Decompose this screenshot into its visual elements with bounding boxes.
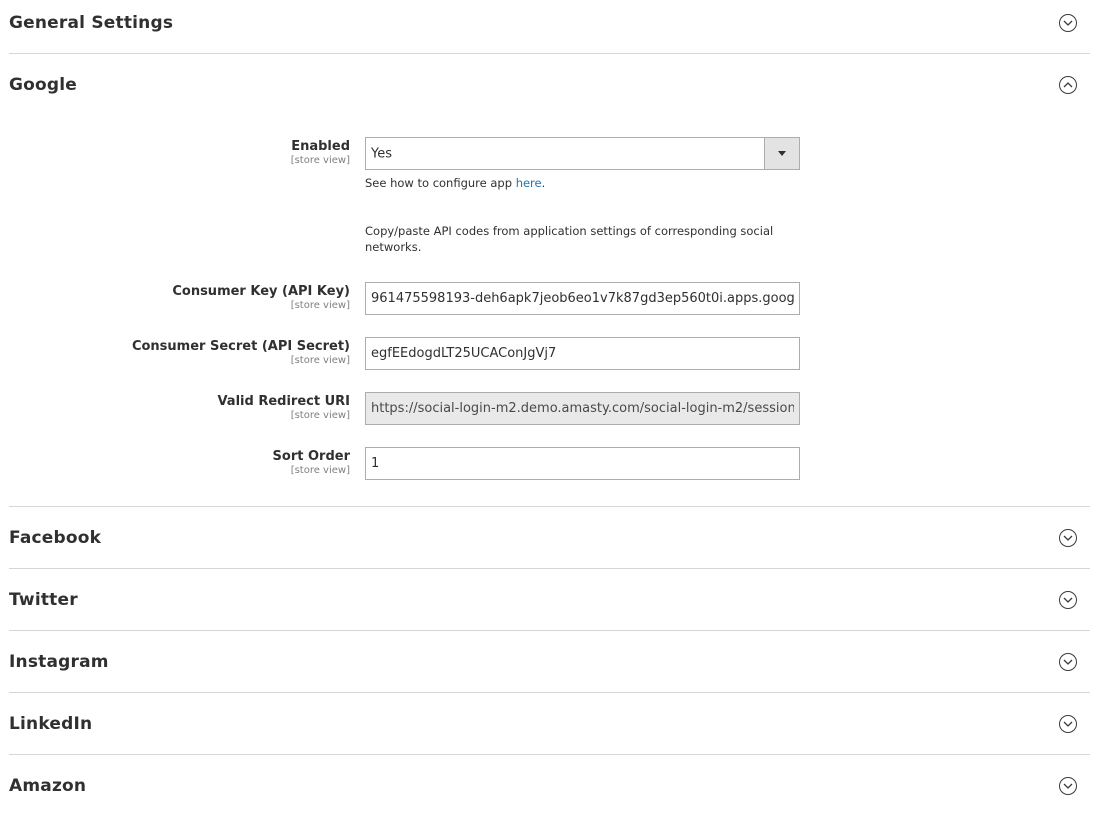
- scope-label: [store view]: [290, 355, 350, 366]
- chevron-down-circle-icon[interactable]: [1059, 653, 1077, 671]
- field-label: Consumer Key (API Key) [store view]: [50, 284, 350, 312]
- enabled-select[interactable]: Yes: [365, 137, 800, 170]
- field-label: Valid Redirect URI [store view]: [50, 394, 350, 422]
- section-google[interactable]: Google: [9, 54, 1090, 116]
- scope-label: [store view]: [290, 155, 350, 166]
- chevron-down-circle-icon[interactable]: [1059, 591, 1077, 609]
- chevron-down-circle-icon[interactable]: [1059, 715, 1077, 733]
- configure-help-link[interactable]: here: [516, 176, 542, 190]
- label-sort-order: Sort Order: [272, 449, 350, 464]
- triangle-down-icon[interactable]: [764, 138, 799, 169]
- section-linkedin[interactable]: LinkedIn: [9, 693, 1090, 755]
- consumer-key-input[interactable]: [366, 283, 799, 314]
- chevron-down-circle-icon[interactable]: [1059, 529, 1077, 547]
- consumer-key-field[interactable]: [365, 282, 800, 315]
- sort-order-input[interactable]: [366, 448, 799, 479]
- redirect-uri-input[interactable]: [366, 393, 799, 424]
- label-redirect-uri: Valid Redirect URI: [217, 394, 350, 409]
- label-enabled: Enabled: [291, 139, 350, 154]
- configure-note: See how to configure app here.: [365, 176, 546, 190]
- section-title: Twitter: [9, 590, 78, 610]
- consumer-secret-field[interactable]: [365, 337, 800, 370]
- scope-label: [store view]: [290, 465, 350, 476]
- consumer-secret-input[interactable]: [366, 338, 799, 369]
- field-label: Consumer Secret (API Secret) [store view…: [50, 339, 350, 367]
- section-amazon[interactable]: Amazon: [9, 755, 1090, 817]
- section-facebook[interactable]: Facebook: [9, 507, 1090, 569]
- scope-label: [store view]: [290, 410, 350, 421]
- chevron-down-circle-icon[interactable]: [1059, 14, 1077, 32]
- section-title: General Settings: [9, 13, 174, 33]
- sort-order-field[interactable]: [365, 447, 800, 480]
- section-title: LinkedIn: [9, 714, 93, 734]
- chevron-down-circle-icon[interactable]: [1059, 777, 1077, 795]
- enabled-select-value: Yes: [371, 146, 392, 161]
- section-twitter[interactable]: Twitter: [9, 569, 1090, 631]
- section-general-settings[interactable]: General Settings: [9, 0, 1090, 54]
- section-title: Instagram: [9, 652, 109, 672]
- section-title: Google: [9, 75, 78, 95]
- chevron-up-circle-icon[interactable]: [1059, 76, 1077, 94]
- section-title: Amazon: [9, 776, 87, 796]
- section-instagram[interactable]: Instagram: [9, 631, 1090, 693]
- scope-label: [store view]: [290, 300, 350, 311]
- api-note: Copy/paste API codes from application se…: [365, 224, 774, 254]
- field-label: Enabled [store view]: [50, 139, 350, 167]
- label-consumer-key: Consumer Key (API Key): [172, 284, 350, 299]
- field-label: Sort Order [store view]: [50, 449, 350, 477]
- label-consumer-secret: Consumer Secret (API Secret): [131, 339, 350, 354]
- redirect-uri-field[interactable]: [365, 392, 800, 425]
- section-title: Facebook: [9, 528, 102, 548]
